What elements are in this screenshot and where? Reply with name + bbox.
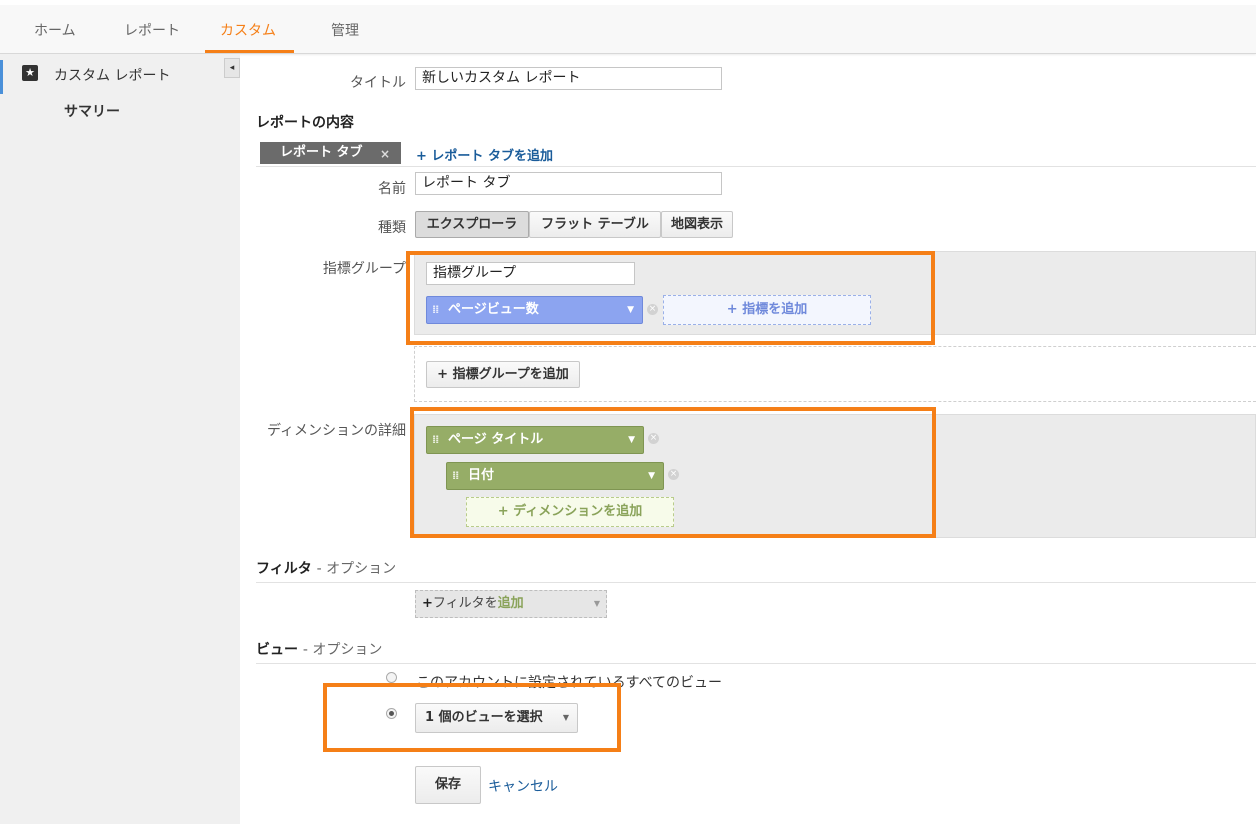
dimension-label: ディメンションの詳細 <box>266 423 406 439</box>
view-optional-label: - オプション <box>302 642 383 658</box>
collapse-arrow-icon: ◂ <box>229 63 235 73</box>
add-metric-group-button[interactable]: + 指標グループを追加 <box>426 361 580 388</box>
view-heading-label: ビュー <box>256 642 298 658</box>
star-icon: ★ <box>22 65 38 81</box>
type-explorer-button[interactable]: エクスプローラ <box>415 211 529 238</box>
select-view-dropdown[interactable]: 1 個のビューを選択 ▼ <box>415 703 578 733</box>
select-view-label: 1 個のビューを選択 <box>425 710 543 725</box>
radio-all-views-label: このアカウントに設定されているすべてのビュー <box>416 675 723 691</box>
drag-handle-icon[interactable]: ⁞⁞ <box>452 463 459 489</box>
radio-one-view[interactable] <box>386 708 397 719</box>
sidebar-item-summary[interactable]: サマリー <box>64 101 120 121</box>
remove-metric-icon[interactable]: × <box>647 304 658 315</box>
divider <box>256 166 1256 167</box>
sidebar-item-custom-reports[interactable]: カスタム レポート <box>54 65 170 85</box>
chevron-down-icon: ▼ <box>562 713 569 722</box>
add-report-tab-link[interactable]: + レポート タブを追加 <box>416 145 553 164</box>
filter-optional-label: - オプション <box>316 561 397 577</box>
radio-selected-dot <box>389 711 394 716</box>
drag-handle-icon[interactable]: ⁞⁞ <box>432 297 439 323</box>
metric-group-name-input[interactable]: 指標グループ <box>426 262 635 285</box>
active-tab-underline <box>205 50 294 53</box>
collapse-sidebar-button[interactable]: ◂ <box>224 58 240 78</box>
title-input[interactable]: 新しいカスタム レポート <box>415 67 722 90</box>
tab-reports[interactable]: レポート <box>124 20 180 40</box>
dimension-chip-date[interactable]: ⁞⁞ 日付 ▼ <box>446 462 664 490</box>
sidebar <box>0 54 240 824</box>
dimension-chip-page-title[interactable]: ⁞⁞ ページ タイトル ▼ <box>426 426 644 454</box>
chevron-down-icon: ▼ <box>593 599 600 608</box>
view-heading: ビュー - オプション <box>256 639 382 659</box>
add-dimension-button[interactable]: + ディメンションを追加 <box>466 497 674 527</box>
remove-dimension-icon[interactable]: × <box>668 469 679 480</box>
name-input[interactable]: レポート タブ <box>415 172 722 195</box>
type-label: 種類 <box>378 220 406 236</box>
type-map-button[interactable]: 地図表示 <box>661 211 733 238</box>
filter-heading: フィルタ - オプション <box>256 558 396 578</box>
metric-chip-label: ページビュー数 <box>448 302 539 317</box>
name-label: 名前 <box>378 181 406 197</box>
metric-group-label: 指標グループ <box>322 261 406 277</box>
add-filter-plus: + <box>422 596 433 611</box>
dimension-chip-label: ページ タイトル <box>448 432 544 447</box>
tab-home[interactable]: ホーム <box>34 20 76 40</box>
dimension-chip-label: 日付 <box>468 468 495 483</box>
divider <box>256 582 1256 583</box>
remove-dimension-icon[interactable]: × <box>648 433 659 444</box>
add-metric-button[interactable]: + 指標を追加 <box>663 295 871 325</box>
report-tab-chip-label: レポート タブ <box>280 145 363 160</box>
metric-chip-pageviews[interactable]: ⁞⁞ ページビュー数 ▼ <box>426 296 643 324</box>
chevron-down-icon[interactable]: ▼ <box>628 427 635 453</box>
top-navigation: ホーム レポート カスタム 管理 <box>0 0 1256 54</box>
report-tab-chip[interactable]: レポート タブ × <box>260 142 401 164</box>
close-icon[interactable]: × <box>380 143 390 165</box>
title-label: タイトル <box>350 75 406 91</box>
add-filter-text: フィルタを <box>432 596 498 611</box>
sidebar-active-indicator <box>0 60 3 94</box>
chevron-down-icon[interactable]: ▼ <box>627 297 634 323</box>
tab-custom[interactable]: カスタム <box>220 20 276 40</box>
type-flat-table-button[interactable]: フラット テーブル <box>529 211 661 238</box>
chevron-down-icon[interactable]: ▼ <box>648 463 655 489</box>
drag-handle-icon[interactable]: ⁞⁞ <box>432 427 439 453</box>
filter-heading-label: フィルタ <box>256 561 312 577</box>
radio-all-views[interactable] <box>386 672 397 683</box>
divider <box>256 663 1256 664</box>
cancel-link[interactable]: キャンセル <box>488 776 558 796</box>
top-border <box>0 0 1256 5</box>
tab-admin[interactable]: 管理 <box>331 20 359 40</box>
report-content-heading: レポートの内容 <box>256 115 354 131</box>
save-button[interactable]: 保存 <box>415 766 481 804</box>
add-filter-highlight: 追加 <box>497 596 524 611</box>
add-filter-dropdown[interactable]: +フィルタを追加 ▼ <box>415 590 607 618</box>
